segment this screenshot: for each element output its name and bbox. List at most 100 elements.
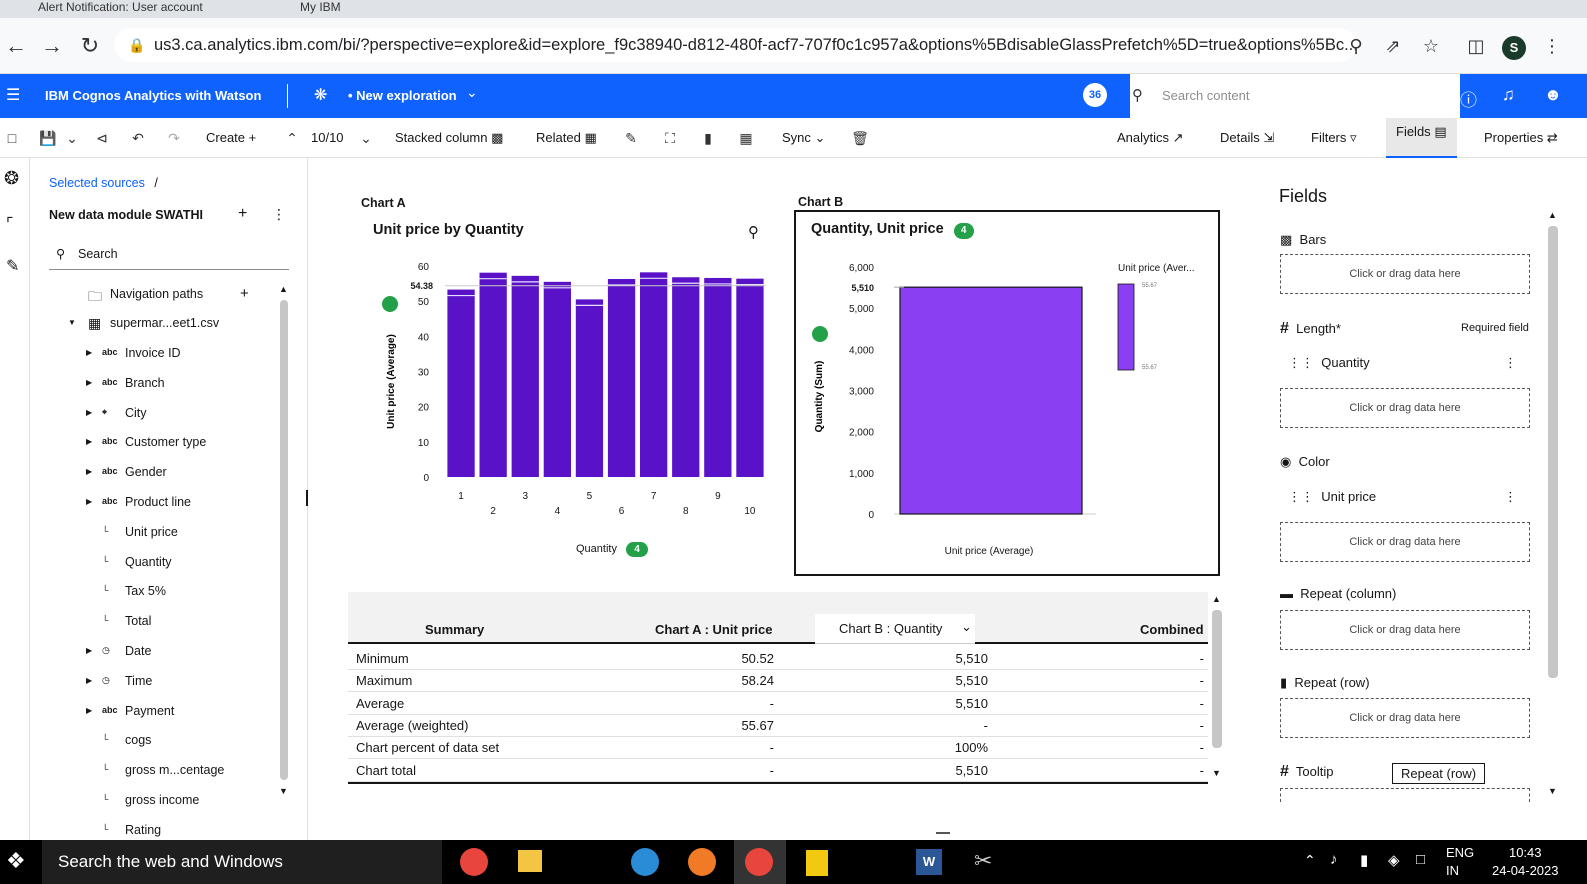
color-field-chip[interactable]: ⋮⋮ Unit price (1288, 489, 1376, 505)
drag-handle-icon[interactable]: ⋮⋮ (1288, 489, 1314, 504)
exploration-title[interactable]: • New exploration (348, 88, 457, 103)
browser-tab[interactable] (840, 0, 1040, 18)
browser-tab[interactable] (560, 0, 760, 18)
fields-scroll-thumb[interactable] (1548, 226, 1558, 678)
caret-right-icon[interactable]: ▶ (86, 646, 92, 655)
repeat-column-dropzone[interactable]: Click or drag data here (1280, 610, 1530, 650)
tree-item[interactable]: └ cogs (30, 731, 270, 753)
caret-right-icon[interactable]: ▶ (86, 706, 92, 715)
summary-scroll-up-icon[interactable]: ▲ (1212, 594, 1221, 604)
firefox-app-icon[interactable] (688, 848, 716, 876)
tree-item[interactable]: ▶ abc Payment (30, 702, 270, 724)
tree-item[interactable]: └ Total (30, 612, 270, 634)
analytics-button[interactable]: Analytics ↗ (1117, 130, 1184, 146)
relationships-icon[interactable]: ⌜ (6, 214, 14, 234)
browser-tab[interactable]: Alert Notification: User account (0, 0, 203, 18)
caret-right-icon[interactable]: ▶ (86, 378, 92, 387)
summary-scroll-thumb[interactable] (1212, 610, 1222, 748)
active-app-slot[interactable] (734, 840, 786, 884)
create-button[interactable]: Create + (206, 130, 256, 145)
count-chevron-icon[interactable]: ⌄ (356, 128, 376, 148)
pin-panel-icon[interactable]: ✎ (6, 256, 19, 276)
chart-type-selector[interactable]: Stacked column ▩ (395, 130, 503, 146)
chart-a-xlabel-badge[interactable]: 4 (626, 542, 649, 557)
zoom-icon[interactable]: ⚲ (1342, 32, 1370, 60)
details-button[interactable]: Details ⇲ (1220, 130, 1274, 146)
chrome-app-icon[interactable] (460, 848, 488, 876)
tree-item[interactable]: └ gross income (30, 791, 270, 813)
bars-dropzone[interactable]: Click or drag data here (1280, 254, 1530, 294)
action-center-icon[interactable]: □ (1416, 851, 1425, 868)
length-dropzone[interactable]: Click or drag data here (1280, 388, 1530, 428)
summary-scroll-down-icon[interactable]: ▼ (1212, 768, 1221, 778)
tree-item[interactable]: └ gross m...centage (30, 761, 270, 783)
wifi-icon[interactable]: ◈ (1388, 851, 1400, 869)
add-source-icon[interactable]: + (238, 205, 247, 223)
chart-b-frame[interactable]: Quantity, Unit price 4 0 1,000 2,000 3,000 4… (794, 210, 1220, 576)
repeat-row-dropzone[interactable]: Click or drag data here (1280, 698, 1530, 738)
profile-avatar[interactable]: S (1500, 32, 1528, 60)
word-app-icon[interactable]: W (916, 849, 942, 875)
scroll-up-icon[interactable]: ▲ (279, 284, 288, 294)
fields-scroll-up-icon[interactable]: ▲ (1548, 210, 1557, 220)
search-content-input[interactable]: ⚲ Search content (1130, 74, 1460, 118)
address-bar[interactable]: 🔒 us3.ca.analytics.ibm.com/bi/?perspecti… (114, 28, 1356, 62)
delete-icon[interactable]: 🗑 (850, 128, 870, 148)
tree-item[interactable]: ▶ ◷ Time (30, 672, 270, 694)
caret-right-icon[interactable]: ▶ (86, 408, 92, 417)
tree-item[interactable]: ▶ ⌖ City (30, 404, 270, 426)
comment-icon[interactable]: □ (2, 128, 22, 148)
chart-b-column-selector[interactable]: Chart B : Quantity ⌄ (815, 614, 975, 644)
fields-scroll-down-icon[interactable]: ▼ (1548, 786, 1557, 796)
save-chevron-icon[interactable]: ⌄ (62, 128, 82, 148)
caret-right-icon[interactable]: ▶ (86, 676, 92, 685)
caret-right-icon[interactable]: ▶ (86, 497, 92, 506)
navigation-paths-item[interactable]: 🗀 Navigation paths + (30, 285, 290, 307)
user-profile-icon[interactable]: ☻ (1544, 85, 1562, 105)
length-field-chip[interactable]: ⋮⋮ Quantity (1288, 355, 1370, 371)
scroll-down-icon[interactable]: ▼ (279, 786, 288, 796)
scroll-thumb[interactable] (280, 300, 288, 780)
color-field-menu-icon[interactable]: ⋮ (1504, 489, 1517, 505)
caret-right-icon[interactable]: ▶ (86, 437, 92, 446)
tooltip-dropzone[interactable] (1280, 788, 1530, 802)
show-hidden-icons-icon[interactable]: ⌃ (1304, 852, 1316, 869)
tree-item[interactable]: ▶ abc Invoice ID (30, 344, 270, 366)
caret-down-icon[interactable]: ▼ (68, 318, 76, 327)
color-dropzone[interactable]: Click or drag data here (1280, 522, 1530, 562)
related-button[interactable]: Related ▦ (536, 130, 597, 146)
caret-right-icon[interactable]: ▶ (86, 467, 92, 476)
chart-b-title-badge[interactable]: 4 (953, 223, 974, 239)
breadcrumb[interactable]: Selected sources / (49, 176, 158, 190)
bookmark-star-icon[interactable]: ☆ (1417, 32, 1445, 60)
input-language[interactable]: ENG IN (1446, 844, 1474, 880)
notification-bell-icon[interactable]: ♫ (1502, 85, 1515, 105)
back-icon[interactable]: ← (2, 32, 30, 60)
expand-icon[interactable]: ⛶ (660, 128, 680, 148)
overflow-menu-icon[interactable]: ⋮ (272, 206, 286, 223)
tree-item[interactable]: ▶ abc Product line (30, 493, 270, 515)
share-icon[interactable]: ⇗ (1379, 32, 1407, 60)
save-icon[interactable]: 💾 (38, 128, 58, 148)
caret-right-icon[interactable]: ▶ (86, 348, 92, 357)
tree-item[interactable]: ▶ abc Customer type (30, 433, 270, 455)
table-node[interactable]: ▼ ▦ supermar...eet1.csv (30, 314, 290, 336)
tree-item[interactable]: ▶ abc Gender (30, 463, 270, 485)
tree-item[interactable]: └ Tax 5% (30, 582, 270, 604)
tree-item[interactable]: └ Quantity (30, 553, 270, 575)
fields-tab[interactable]: Fields ▤ (1386, 118, 1457, 158)
browser-menu-icon[interactable]: ⋮ (1538, 32, 1566, 60)
assistant-badge[interactable]: 36 (1083, 83, 1107, 107)
redo-icon[interactable]: ↷ (164, 128, 184, 148)
grid-icon[interactable]: ▦ (736, 128, 756, 148)
properties-button[interactable]: Properties ⇄ (1484, 130, 1558, 146)
file-explorer-icon[interactable] (518, 850, 542, 872)
share-icon[interactable]: ⊲ (92, 128, 112, 148)
volume-icon[interactable]: ♪ (1330, 851, 1338, 868)
taskbar-search[interactable]: Search the web and Windows (42, 840, 442, 884)
snipping-tool-icon[interactable]: ✂ (974, 848, 992, 874)
pin-icon[interactable]: ✎ (621, 128, 641, 148)
drag-handle-icon[interactable]: ⋮⋮ (1288, 355, 1314, 370)
sync-button[interactable]: Sync ⌄ (782, 130, 825, 146)
length-field-menu-icon[interactable]: ⋮ (1504, 355, 1517, 371)
